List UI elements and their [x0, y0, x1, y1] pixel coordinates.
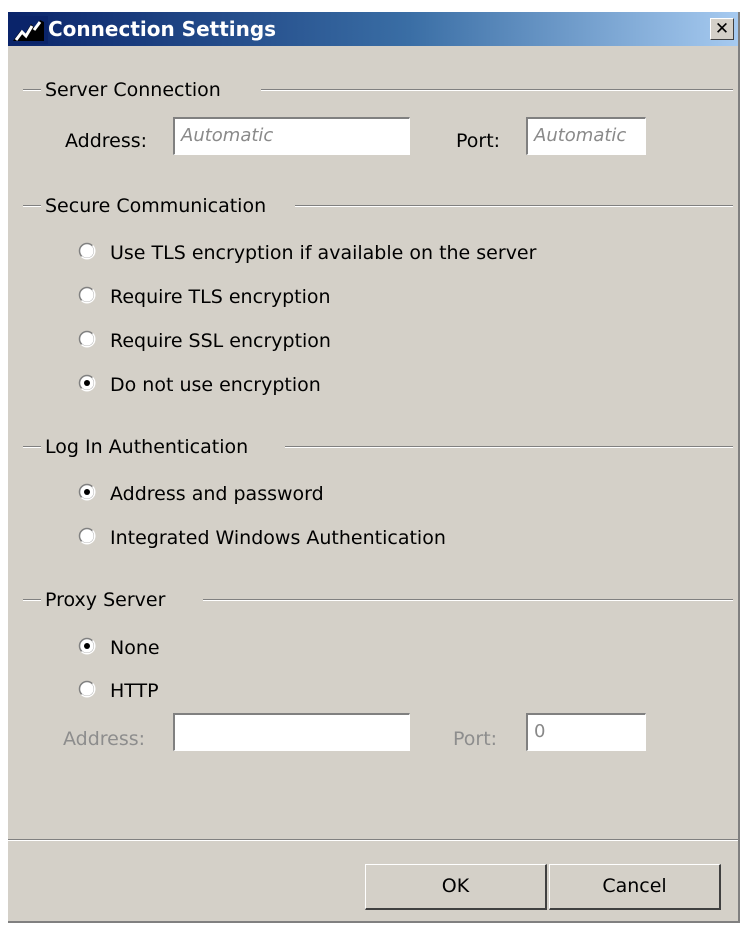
group-secure-communication: Secure Communication [23, 195, 733, 219]
cancel-button[interactable]: Cancel [549, 864, 721, 910]
group-heading-secure-communication: Secure Communication [45, 195, 267, 217]
radio-integrated-windows-auth[interactable] [78, 527, 96, 545]
radio-require-ssl[interactable] [78, 330, 96, 348]
title-bar[interactable]: Connection Settings ✕ [8, 12, 738, 46]
radio-icon [78, 637, 96, 655]
group-rule [23, 89, 41, 91]
group-log-in-authentication: Log In Authentication [23, 436, 733, 460]
group-heading-log-in-authentication: Log In Authentication [45, 436, 249, 458]
radio-proxy-http[interactable] [78, 680, 96, 698]
radio-icon [78, 330, 96, 348]
server-port-input[interactable]: Automatic [526, 117, 646, 155]
app-logo-icon [10, 16, 48, 44]
group-heading-server-connection: Server Connection [45, 79, 221, 101]
group-rule [203, 599, 733, 601]
group-server-connection: Server Connection [23, 79, 733, 103]
close-icon: ✕ [714, 19, 730, 39]
radio-tls-if-available[interactable] [78, 242, 96, 260]
radio-no-encryption[interactable] [78, 374, 96, 392]
radio-label-no-encryption[interactable]: Do not use encryption [110, 374, 321, 396]
proxy-address-label: Address: [63, 728, 146, 750]
radio-icon [78, 527, 96, 545]
radio-label-require-tls[interactable]: Require TLS encryption [110, 286, 331, 308]
radio-icon [78, 242, 96, 260]
ok-button[interactable]: OK [365, 864, 547, 910]
group-rule [285, 446, 733, 448]
group-rule [295, 205, 733, 207]
radio-require-tls[interactable] [78, 286, 96, 304]
radio-label-proxy-http[interactable]: HTTP [110, 680, 159, 702]
server-address-label: Address: [65, 130, 148, 152]
close-button[interactable]: ✕ [710, 18, 734, 40]
group-proxy-server: Proxy Server [23, 589, 733, 613]
radio-icon [78, 374, 96, 392]
radio-icon [78, 483, 96, 501]
footer-separator [8, 839, 738, 841]
radio-label-tls-if-available[interactable]: Use TLS encryption if available on the s… [110, 242, 536, 264]
group-rule [23, 205, 41, 207]
connection-settings-dialog: Connection Settings ✕ Server Connection … [8, 12, 740, 923]
server-address-input[interactable]: Automatic [173, 117, 410, 155]
group-heading-proxy-server: Proxy Server [45, 589, 166, 611]
dialog-title: Connection Settings [48, 17, 277, 41]
radio-address-password[interactable] [78, 483, 96, 501]
radio-icon [78, 680, 96, 698]
proxy-port-input[interactable]: 0 [526, 713, 646, 751]
group-rule [23, 599, 41, 601]
server-port-label: Port: [456, 130, 501, 152]
radio-label-require-ssl[interactable]: Require SSL encryption [110, 330, 331, 352]
radio-label-proxy-none[interactable]: None [110, 637, 160, 659]
radio-proxy-none[interactable] [78, 637, 96, 655]
radio-icon [78, 286, 96, 304]
radio-label-address-password[interactable]: Address and password [110, 483, 324, 505]
proxy-port-label: Port: [453, 728, 498, 750]
proxy-address-input[interactable] [173, 713, 410, 751]
radio-label-integrated-windows-auth[interactable]: Integrated Windows Authentication [110, 527, 446, 549]
group-rule [23, 446, 41, 448]
group-rule [261, 89, 733, 91]
